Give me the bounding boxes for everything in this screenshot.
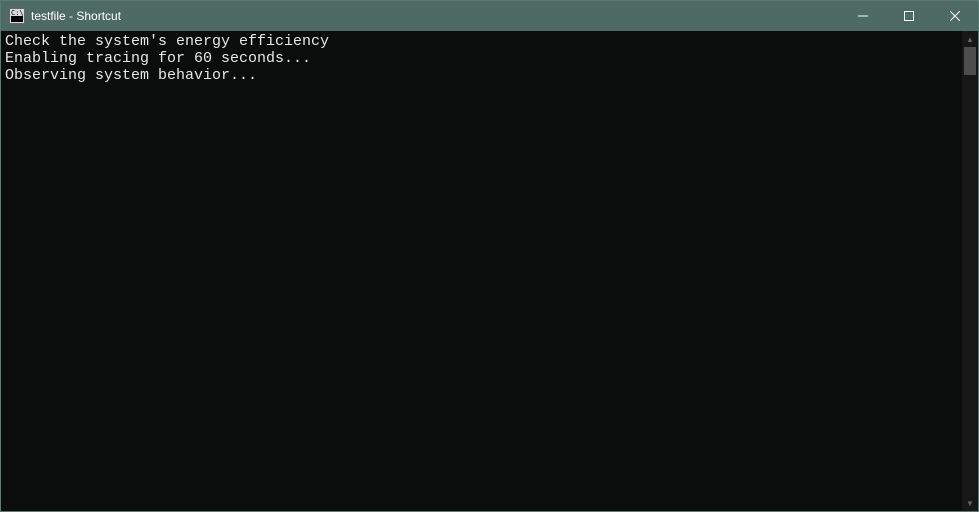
app-window: testfile - Shortcut Check the system's e… xyxy=(0,0,979,512)
window-controls xyxy=(840,1,978,31)
close-icon xyxy=(950,11,960,21)
titlebar[interactable]: testfile - Shortcut xyxy=(1,1,978,31)
console-output[interactable]: Check the system's energy efficiency Ena… xyxy=(1,31,962,511)
cmd-icon xyxy=(9,8,25,24)
close-button[interactable] xyxy=(932,1,978,31)
maximize-icon xyxy=(904,11,914,21)
client-area: Check the system's energy efficiency Ena… xyxy=(1,31,978,511)
scrollbar-thumb[interactable] xyxy=(964,47,976,75)
scroll-up-arrow[interactable]: ▲ xyxy=(962,31,978,47)
minimize-icon xyxy=(858,11,868,21)
scroll-down-arrow[interactable]: ▼ xyxy=(962,495,978,511)
vertical-scrollbar[interactable]: ▲ ▼ xyxy=(962,31,978,511)
scrollbar-track[interactable] xyxy=(962,47,978,495)
window-title: testfile - Shortcut xyxy=(31,9,121,23)
minimize-button[interactable] xyxy=(840,1,886,31)
maximize-button[interactable] xyxy=(886,1,932,31)
